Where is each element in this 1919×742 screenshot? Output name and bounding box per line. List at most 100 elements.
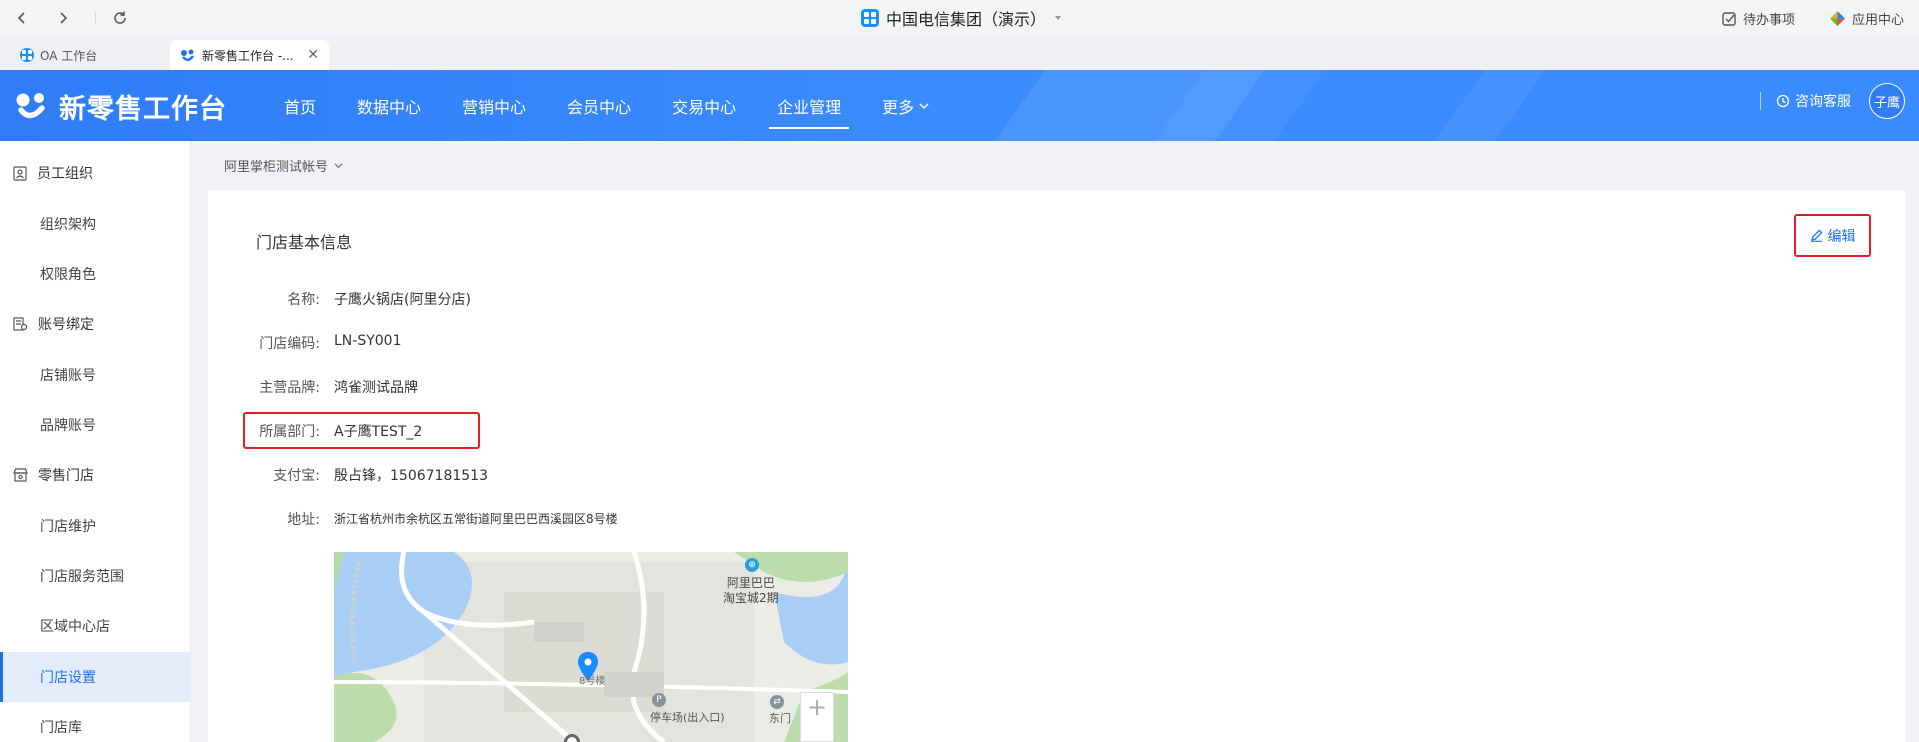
poi-label-line: 淘宝城2期 [723,591,779,605]
sidebar-group-label: 员工组织 [37,166,93,182]
logo-text: 新零售工作台 [59,93,227,125]
new-retail-logo-icon [181,49,194,61]
field-value-address: 浙江省杭州市余杭区五常街道阿里巴巴西溪园区8号楼 [334,512,618,526]
account-bind-icon [13,316,28,331]
menu-label: 会员中心 [567,97,632,117]
app-center-label: 应用中心 [1852,13,1905,28]
east-gate-label: 东门 [769,712,791,725]
toolbar-divider [95,12,96,24]
field-label-address: 地址: [287,512,320,528]
menu-enterprise-management[interactable]: 企业管理 [769,70,850,141]
header-decoration [1435,70,1545,141]
zoom-in-button[interactable]: + [800,692,834,742]
sidebar-group-staff[interactable]: 员工组织 [0,148,191,198]
store-location-map[interactable]: ⊕ 阿里巴巴 淘宝城2期 8号楼 P 停车场(出入口) ⇄ 东门 [334,552,848,742]
poi-label[interactable]: 阿里巴巴 淘宝城2期 [723,576,779,606]
page-title: 门店基本信息 [256,233,353,252]
menu-label: 数据中心 [357,97,422,117]
menu-home[interactable]: 首页 [284,70,316,141]
sidebar: 员工组织 组织架构 权限角色 账号绑定 店铺账号 品牌账号 零售门店 门店维护 … [0,141,191,742]
sidebar-item-label: 门店设置 [40,670,96,686]
window-title-text: 中国电信集团（演示） [886,10,1047,29]
field-label-main-brand: 主营品牌: [259,380,320,396]
sidebar-item-label: 门店服务范围 [40,569,124,585]
tab-oa[interactable]: OA 工作台 [10,40,160,70]
field-value-department: A子鹰TEST_2 [334,424,423,440]
close-icon[interactable]: ✕ [307,47,319,63]
consult-label: 咨询客服 [1795,94,1851,110]
chevron-left-icon [17,12,25,24]
app-header: 新零售工作台 首页 数据中心 营销中心 会员中心 交易中心 企业管理 更多 [0,70,1919,141]
poi-icon[interactable]: ⊕ [745,558,759,572]
edit-label: 编辑 [1827,228,1856,245]
field-label-department: 所属部门: [259,424,320,440]
parking-icon: P [652,693,666,707]
back-button[interactable] [11,7,33,29]
menu-label: 交易中心 [672,97,737,117]
parking-label: 停车场(出入口) [650,711,725,724]
menu-more[interactable]: 更多 [882,70,930,141]
chevron-down-icon [919,102,929,109]
edit-button[interactable]: 编辑 [1794,214,1871,257]
sidebar-item-service-range[interactable]: 门店服务范围 [0,551,191,601]
chevron-down-icon [334,163,343,169]
new-retail-logo-icon [16,93,45,119]
account-switcher-label: 阿里掌柜测试帐号 [224,160,329,175]
chevron-right-icon [60,12,68,24]
menu-label: 首页 [284,97,317,117]
sidebar-item-store-settings[interactable]: 门店设置 [0,652,191,702]
field-value-alipay: 殷占锋，15067181513 [334,468,488,484]
todo-button[interactable]: 待办事项 [1721,9,1795,28]
reload-button[interactable] [109,7,131,29]
account-switcher[interactable]: 阿里掌柜测试帐号 [224,156,344,175]
sidebar-item-label: 权限角色 [40,267,96,283]
poi-label-line: 阿里巴巴 [726,576,775,590]
tab-label: OA 工作台 [40,48,98,63]
sidebar-item-label: 组织架构 [40,217,96,233]
app-center-icon [1830,11,1845,26]
field-label-alipay: 支付宝: [273,468,320,484]
top-menu: 首页 数据中心 营销中心 会员中心 交易中心 企业管理 更多 [284,70,971,141]
field-value-store-code: LN-SY001 [334,333,402,349]
menu-trade-center[interactable]: 交易中心 [672,70,736,141]
sidebar-item-store-library[interactable]: 门店库 [0,702,191,742]
sidebar-item-label: 门店库 [40,720,82,736]
checkbox-icon [1722,11,1736,26]
consult-service-button[interactable]: 咨询客服 [1776,91,1851,111]
person-card-icon [13,165,27,181]
headset-icon [1776,94,1790,108]
menu-marketing-center[interactable]: 营销中心 [462,70,526,141]
sidebar-item-org-structure[interactable]: 组织架构 [0,199,191,249]
gate-icon: ⇄ [770,695,784,709]
menu-label: 企业管理 [777,97,842,117]
sidebar-item-label: 区域中心店 [40,619,110,635]
window-title[interactable]: 中国电信集团（演示） [861,8,1063,29]
app-grid-icon [20,48,34,62]
caret-down-icon [1055,16,1062,20]
field-value-name: 子鹰火锅店(阿里分店) [334,292,471,308]
menu-member-center[interactable]: 会员中心 [567,70,631,141]
todo-label: 待办事项 [1743,13,1796,28]
tab-new-retail[interactable]: 新零售工作台 -... ✕ [170,40,329,70]
field-label-name: 名称: [287,292,320,308]
field-value-main-brand: 鸿雀测试品牌 [334,380,418,396]
tab-label: 新零售工作台 -... [202,48,294,63]
field-label-store-code: 门店编码: [259,336,320,352]
app-center-button[interactable]: 应用中心 [1829,9,1904,28]
browser-toolbar: 中国电信集团（演示） 待办事项 应用中心 [0,0,1919,36]
sidebar-group-label: 账号绑定 [38,317,94,333]
pencil-icon [1810,229,1822,242]
menu-label: 营销中心 [462,97,527,117]
app-logo[interactable]: 新零售工作台 [15,86,227,126]
forward-button[interactable] [52,7,74,29]
avatar[interactable]: 子鹰 [1869,83,1905,119]
zoom-in-label: + [806,693,828,721]
sidebar-item-regional-center[interactable]: 区域中心店 [0,601,191,651]
tab-strip: OA 工作台 新零售工作台 -... ✕ [0,36,1919,70]
reload-icon [114,11,126,24]
header-divider [1760,92,1761,110]
menu-data-center[interactable]: 数据中心 [357,70,421,141]
menu-label: 更多 [882,97,915,117]
app-grid-icon [861,9,879,27]
marker-label: 8号楼 [579,676,606,687]
